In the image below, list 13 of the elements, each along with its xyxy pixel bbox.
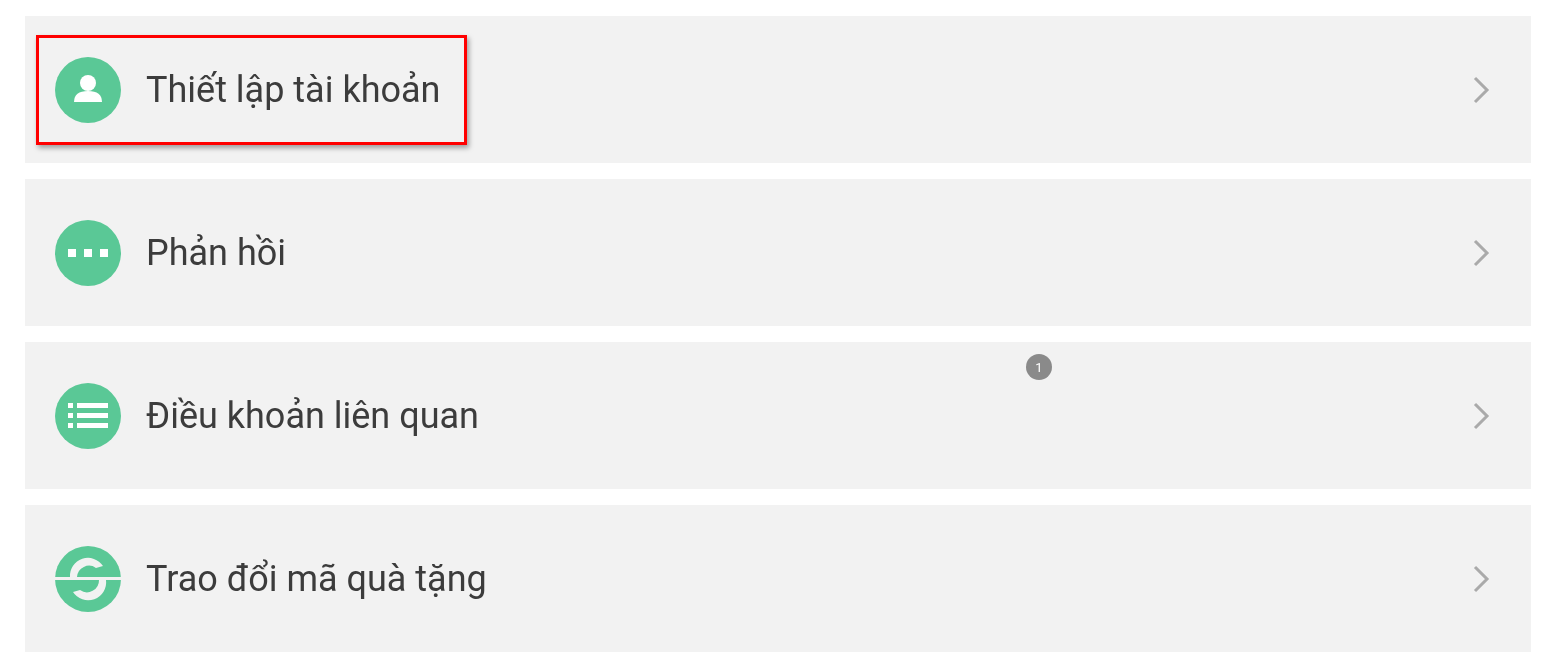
- menu-item[interactable]: Trao đổi mã quà tặng: [25, 505, 1531, 652]
- menu-item[interactable]: Điều khoản liên quan 1: [25, 342, 1531, 489]
- notification-badge: 1: [1026, 354, 1052, 380]
- item-label: Điều khoản liên quan: [146, 394, 479, 437]
- menu-item[interactable]: Phản hồi: [25, 179, 1531, 326]
- item-label: Trao đổi mã quà tặng: [146, 557, 487, 600]
- exchange-icon: [55, 545, 121, 612]
- item-label: Phản hồi: [146, 231, 287, 274]
- list-icon: [55, 382, 121, 449]
- item-label: Thiết lập tài khoản: [146, 68, 441, 111]
- person-icon: [55, 56, 121, 123]
- menu-item[interactable]: Thiết lập tài khoản: [25, 16, 1531, 163]
- chat-dots-icon: [55, 219, 121, 286]
